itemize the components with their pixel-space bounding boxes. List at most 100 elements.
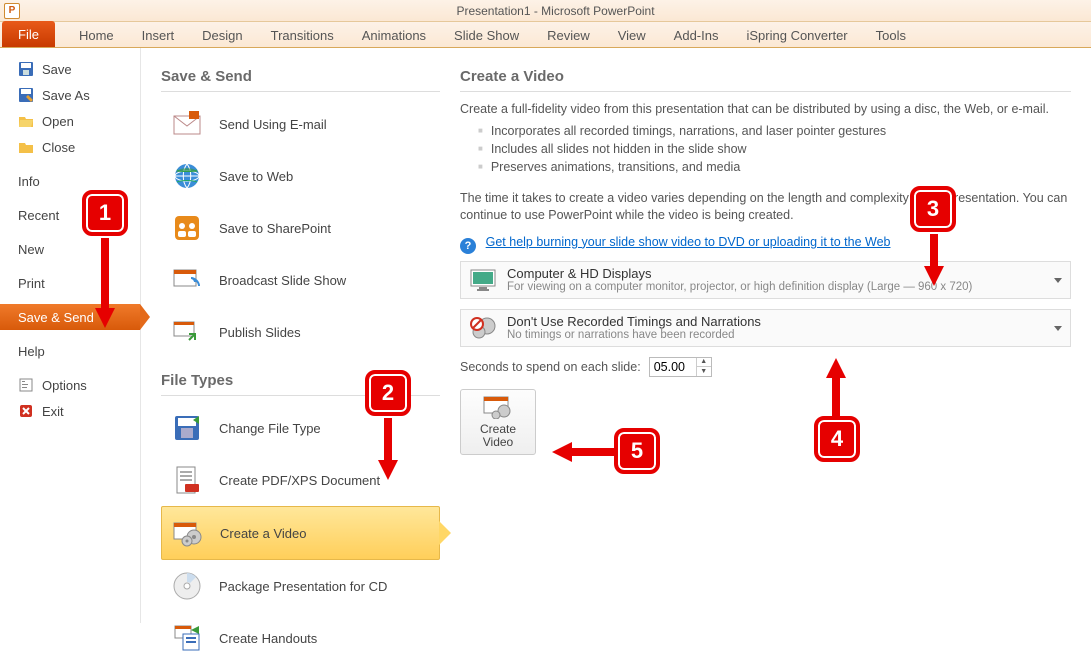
save-send-heading: Save & Send	[161, 68, 440, 85]
tab-animations[interactable]: Animations	[348, 24, 440, 47]
menu-open-label: Open	[42, 114, 74, 129]
save-sharepoint-label: Save to SharePoint	[219, 221, 331, 236]
tab-slideshow[interactable]: Slide Show	[440, 24, 533, 47]
create-video-button[interactable]: Create Video	[460, 389, 536, 455]
divider	[460, 91, 1071, 92]
close-icon	[18, 139, 34, 155]
menu-save-as[interactable]: Save As	[0, 82, 140, 108]
menu-print[interactable]: Print	[0, 270, 140, 296]
create-video-button-icon	[482, 395, 514, 419]
create-handouts-label: Create Handouts	[219, 631, 317, 646]
menu-recent-label: Recent	[18, 208, 59, 223]
tab-home[interactable]: Home	[65, 24, 128, 47]
menu-save-send[interactable]: Save & Send	[0, 304, 140, 330]
menu-new[interactable]: New	[0, 236, 140, 262]
dd-quality-sub: For viewing on a computer monitor, proje…	[507, 281, 972, 293]
create-pdf-item[interactable]: Create PDF/XPS Document	[161, 454, 440, 506]
save-send-panel: Save & Send Send Using E-mail Save to We…	[140, 48, 440, 623]
spinner-down[interactable]: ▼	[697, 367, 711, 376]
sharepoint-icon	[171, 212, 203, 244]
save-web-label: Save to Web	[219, 169, 293, 184]
menu-close[interactable]: Close	[0, 134, 140, 160]
seconds-spinner[interactable]: ▲ ▼	[649, 357, 712, 377]
app-logo-icon: P	[4, 3, 20, 19]
tab-insert[interactable]: Insert	[128, 24, 189, 47]
tab-tools[interactable]: Tools	[862, 24, 920, 47]
chevron-down-icon	[1054, 278, 1062, 283]
annotation-arrow-3	[924, 234, 944, 286]
menu-open[interactable]: Open	[0, 108, 140, 134]
menu-save-send-label: Save & Send	[18, 310, 94, 325]
seconds-label: Seconds to spend on each slide:	[460, 360, 641, 374]
timings-dropdown[interactable]: Don't Use Recorded Timings and Narration…	[460, 309, 1071, 347]
annotation-badge-1: 1	[82, 190, 128, 236]
tab-transitions[interactable]: Transitions	[257, 24, 348, 47]
send-email-item[interactable]: Send Using E-mail	[161, 98, 440, 150]
save-icon	[18, 61, 34, 77]
annotation-badge-2: 2	[365, 370, 411, 416]
menu-help[interactable]: Help	[0, 338, 140, 364]
cv-label-2: Video	[483, 435, 513, 449]
help-row: ? Get help burning your slide show video…	[460, 234, 1071, 251]
annotation-arrow-2	[378, 418, 398, 480]
annotation-arrow-1	[95, 238, 115, 328]
broadcast-icon	[171, 264, 203, 296]
pdf-icon	[171, 464, 203, 496]
menu-save-label: Save	[42, 62, 72, 77]
monitor-icon	[469, 266, 497, 294]
open-icon	[18, 113, 34, 129]
tab-design[interactable]: Design	[188, 24, 256, 47]
feature-list: Incorporates all recorded timings, narra…	[478, 122, 1071, 176]
create-video-heading: Create a Video	[460, 68, 1071, 85]
create-video-item[interactable]: Create a Video	[161, 506, 440, 560]
menu-print-label: Print	[18, 276, 45, 291]
menu-close-label: Close	[42, 140, 75, 155]
annotation-arrow-5	[552, 442, 614, 462]
save-web-item[interactable]: Save to Web	[161, 150, 440, 202]
menu-options-label: Options	[42, 378, 87, 393]
cd-icon	[171, 570, 203, 602]
broadcast-item[interactable]: Broadcast Slide Show	[161, 254, 440, 306]
package-cd-item[interactable]: Package Presentation for CD	[161, 560, 440, 612]
create-video-note: The time it takes to create a video vari…	[460, 190, 1071, 224]
create-video-description: Create a full-fidelity video from this p…	[460, 102, 1071, 116]
tab-review[interactable]: Review	[533, 24, 604, 47]
display-quality-dropdown[interactable]: Computer & HD Displays For viewing on a …	[460, 261, 1071, 299]
broadcast-label: Broadcast Slide Show	[219, 273, 346, 288]
web-icon	[171, 160, 203, 192]
ribbon-tabs: File Home Insert Design Transitions Anim…	[0, 22, 1091, 48]
annotation-badge-5: 5	[614, 428, 660, 474]
video-icon	[172, 517, 204, 549]
menu-options[interactable]: Options	[0, 372, 140, 398]
title-bar: P Presentation1 - Microsoft PowerPoint	[0, 0, 1091, 22]
menu-exit[interactable]: Exit	[0, 398, 140, 424]
change-type-icon	[171, 412, 203, 444]
cv-label-1: Create	[480, 422, 516, 436]
publish-slides-item[interactable]: Publish Slides	[161, 306, 440, 358]
chevron-down-icon	[1054, 326, 1062, 331]
dd-quality-title: Computer & HD Displays	[507, 266, 972, 281]
menu-help-label: Help	[18, 344, 45, 359]
spinner-up[interactable]: ▲	[697, 358, 711, 367]
create-handouts-item[interactable]: Create Handouts	[161, 612, 440, 664]
file-menu-sidebar: Save Save As Open Close Info Recent New …	[0, 48, 140, 623]
seconds-input[interactable]	[650, 358, 696, 376]
annotation-arrow-4	[826, 358, 846, 416]
handouts-icon	[171, 622, 203, 654]
annotation-badge-3: 3	[910, 186, 956, 232]
seconds-row: Seconds to spend on each slide: ▲ ▼	[460, 357, 1071, 377]
help-icon: ?	[460, 238, 476, 254]
menu-save[interactable]: Save	[0, 56, 140, 82]
menu-new-label: New	[18, 242, 44, 257]
tab-addins[interactable]: Add-Ins	[660, 24, 733, 47]
tab-ispring[interactable]: iSpring Converter	[732, 24, 861, 47]
publish-label: Publish Slides	[219, 325, 301, 340]
create-video-panel: Create a Video Create a full-fidelity vi…	[440, 48, 1091, 623]
menu-info-label: Info	[18, 174, 40, 189]
save-as-icon	[18, 87, 34, 103]
tab-file[interactable]: File	[2, 21, 55, 47]
help-link[interactable]: Get help burning your slide show video t…	[486, 235, 891, 249]
tab-view[interactable]: View	[604, 24, 660, 47]
feature-item: Preserves animations, transitions, and m…	[478, 158, 1071, 176]
save-sharepoint-item[interactable]: Save to SharePoint	[161, 202, 440, 254]
